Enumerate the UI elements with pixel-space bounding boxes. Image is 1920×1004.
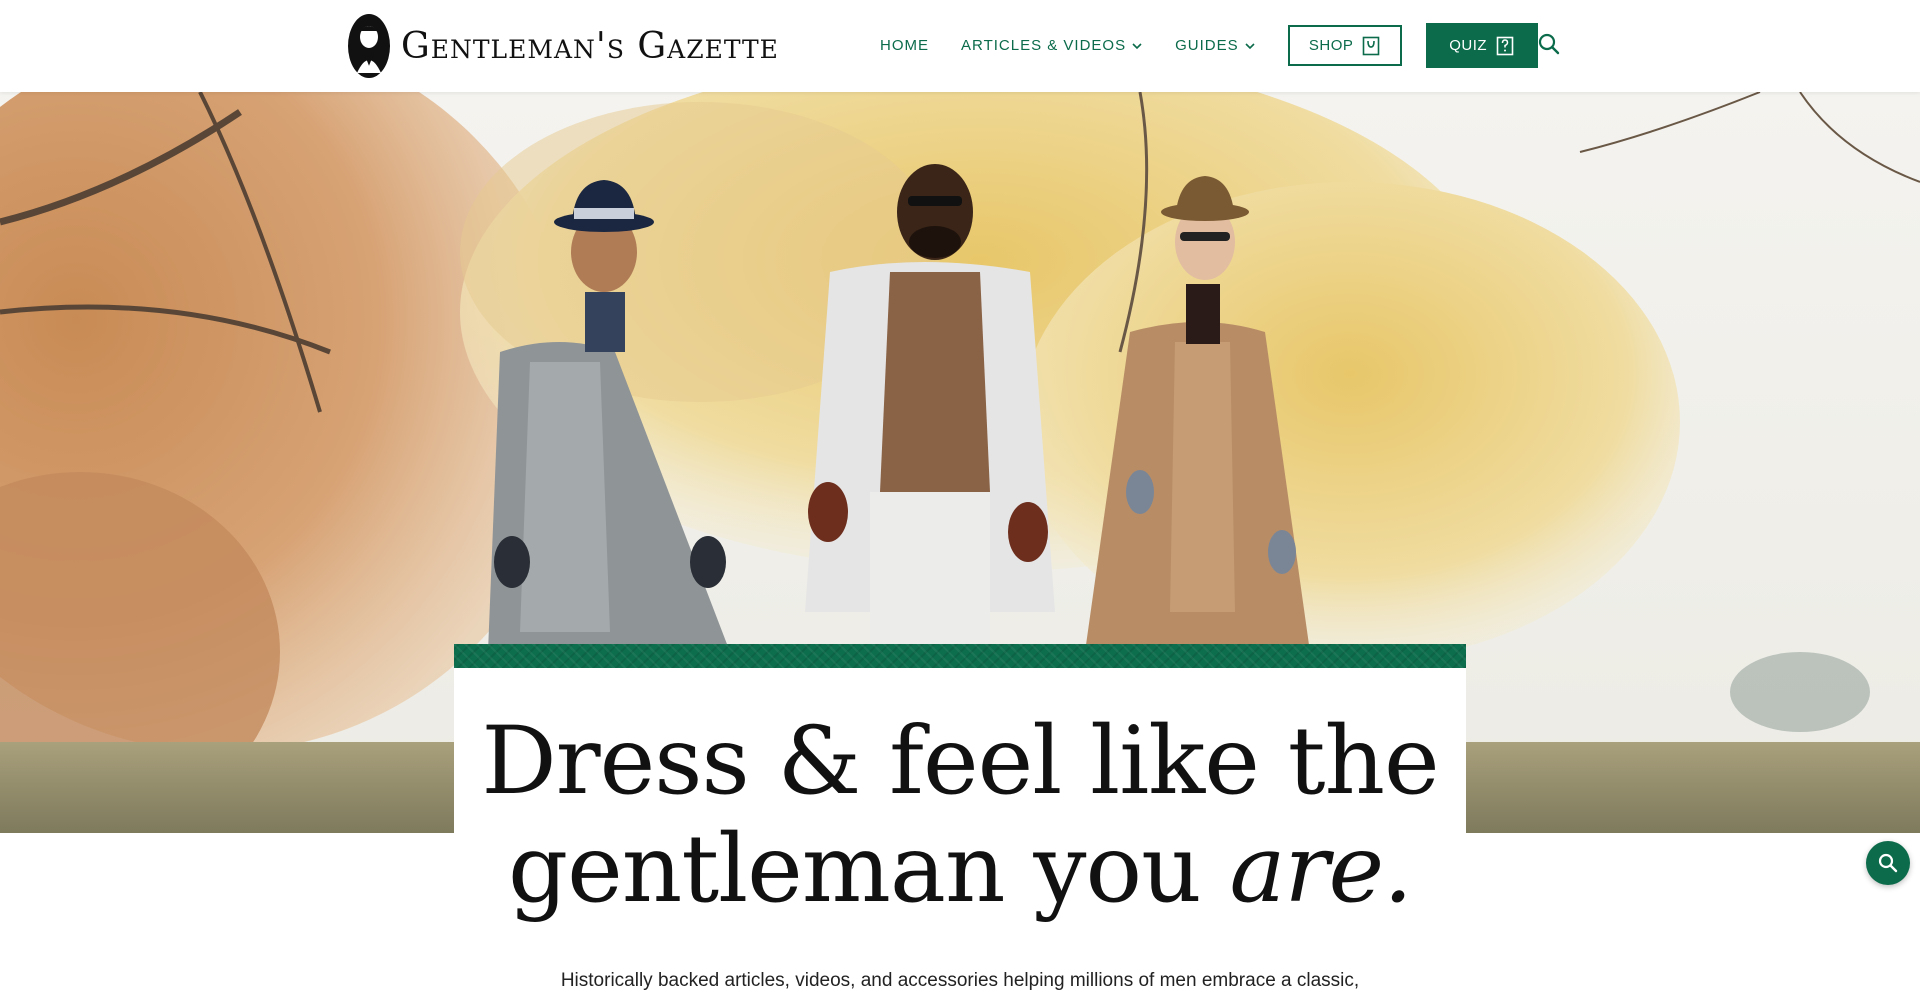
brand-name: Gentleman's Gazette xyxy=(401,25,779,67)
hero-headline: Dress & feel like the gentleman you are. xyxy=(454,708,1466,924)
quiz-label: QUIZ xyxy=(1449,37,1488,54)
nav-home-label: HOME xyxy=(880,37,929,54)
headline-line-2: gentleman you xyxy=(507,815,1230,924)
nav-guides[interactable]: GUIDES xyxy=(1175,37,1256,54)
nav-guides-label: GUIDES xyxy=(1175,37,1239,54)
search-icon xyxy=(1878,853,1898,873)
gentleman-portrait-icon xyxy=(348,14,390,78)
chevron-down-icon xyxy=(1132,42,1142,49)
shop-button[interactable]: SHOP xyxy=(1287,25,1402,66)
nav-articles-label: ARTICLES & VIDEOS xyxy=(961,37,1127,54)
main-navigation: HOME ARTICLES & VIDEOS GUIDES SHOP QUIZ xyxy=(880,23,1538,68)
nav-home[interactable]: HOME xyxy=(880,37,929,54)
floating-search-button[interactable] xyxy=(1866,841,1910,885)
shopping-bag-icon xyxy=(1363,36,1380,55)
chevron-down-icon xyxy=(1245,42,1255,49)
headline-emphasis: are. xyxy=(1229,815,1413,924)
card-pattern-band xyxy=(454,644,1466,668)
hero-card: Dress & feel like the gentleman you are.… xyxy=(454,644,1466,1004)
quiz-button[interactable]: QUIZ xyxy=(1425,23,1538,68)
site-header: Gentleman's Gazette HOME ARTICLES & VIDE… xyxy=(0,0,1920,92)
nav-articles-videos[interactable]: ARTICLES & VIDEOS xyxy=(961,37,1143,54)
search-icon[interactable] xyxy=(1538,33,1560,55)
site-logo[interactable]: Gentleman's Gazette xyxy=(347,12,779,80)
headline-line-1: Dress & feel like the xyxy=(481,707,1439,816)
shop-label: SHOP xyxy=(1308,37,1354,54)
hero-subtext: Historically backed articles, videos, an… xyxy=(560,970,1360,991)
quiz-question-icon xyxy=(1496,36,1514,55)
